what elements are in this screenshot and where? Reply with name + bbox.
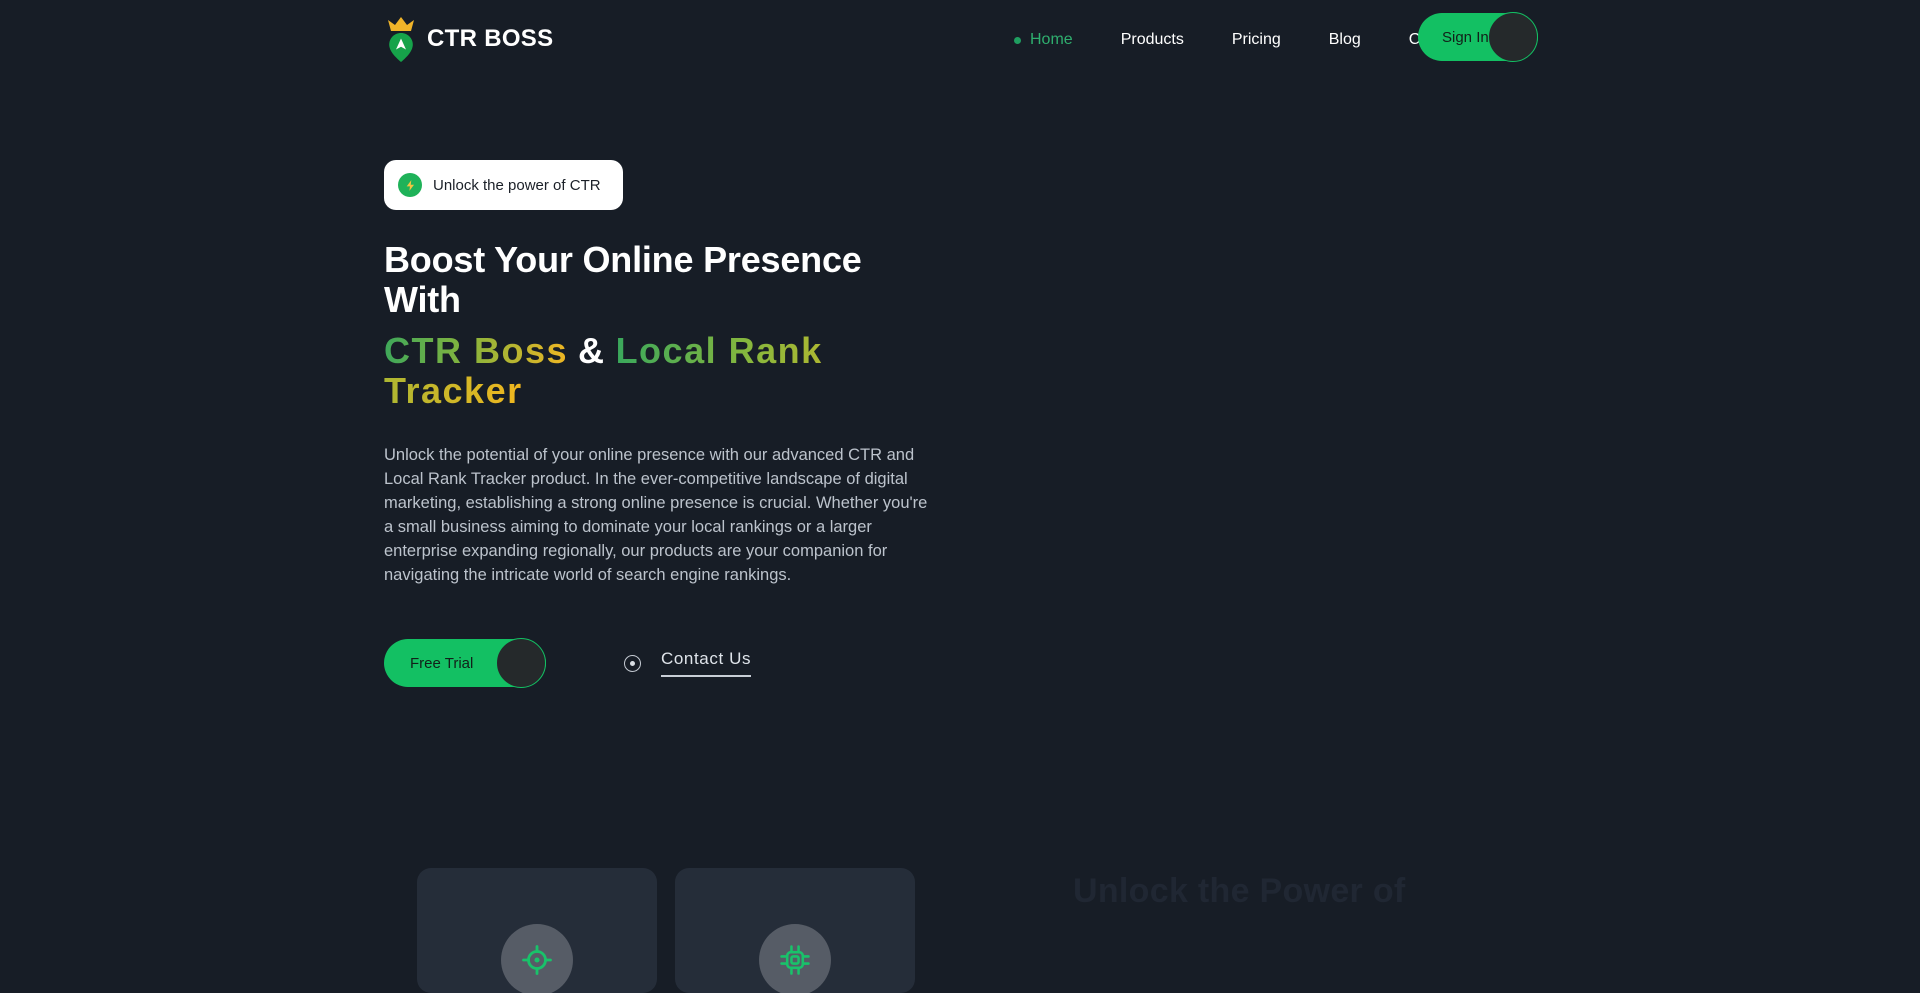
nav-item-label: Products bbox=[1120, 31, 1184, 48]
free-trial-button[interactable]: Free Trial bbox=[384, 638, 546, 689]
headline-ampersand: & bbox=[578, 329, 606, 371]
contact-us-link[interactable]: Contact Us bbox=[624, 650, 752, 677]
hero-cta-row: Free Trial Contact Us bbox=[384, 638, 944, 689]
contact-us-label: Contact Us bbox=[661, 650, 752, 677]
cpu-chip-icon bbox=[759, 924, 831, 993]
nav-item-label: Home bbox=[1030, 31, 1073, 48]
nav-item-products[interactable]: Products bbox=[1097, 31, 1208, 49]
sign-in-label: Sign In bbox=[1442, 28, 1489, 46]
section-ghost-title: Unlock the Power of bbox=[1073, 872, 1406, 910]
nav-item-pricing[interactable]: Pricing bbox=[1208, 31, 1305, 49]
crosshair-target-icon bbox=[501, 924, 573, 993]
page-subtitle: CTR Boss & Local Rank Tracker bbox=[384, 329, 944, 412]
circle-dot-icon bbox=[624, 654, 641, 672]
hero-section: Unlock the power of CTR Boost Your Onlin… bbox=[384, 160, 944, 689]
crown-map-pin-icon bbox=[384, 14, 418, 64]
lightning-bolt-icon bbox=[398, 173, 422, 197]
hero-badge-label: Unlock the power of CTR bbox=[433, 176, 601, 194]
brand-logo[interactable]: CTR BOSS bbox=[384, 14, 553, 64]
feature-card[interactable] bbox=[417, 868, 657, 993]
free-trial-label: Free Trial bbox=[410, 654, 474, 672]
site-header: CTR BOSS Home Products Pricing Blog Cont… bbox=[0, 0, 1920, 80]
nav-item-home[interactable]: Home bbox=[990, 31, 1097, 49]
nav-item-blog[interactable]: Blog bbox=[1305, 31, 1385, 49]
page-title: Boost Your Online Presence With bbox=[384, 239, 862, 321]
brand-name: CTR BOSS bbox=[427, 25, 554, 52]
active-dot-icon bbox=[1014, 36, 1021, 44]
hero-badge[interactable]: Unlock the power of CTR bbox=[384, 160, 623, 210]
nav-item-label: Pricing bbox=[1231, 31, 1281, 48]
button-knob bbox=[1488, 12, 1538, 62]
button-knob bbox=[496, 638, 546, 689]
feature-card[interactable] bbox=[675, 868, 915, 993]
sign-in-button[interactable]: Sign In bbox=[1418, 12, 1538, 62]
headline-ctr-boss: CTR Boss bbox=[384, 329, 569, 371]
nav-item-label: Blog bbox=[1328, 31, 1361, 48]
hero-description: Unlock the potential of your online pres… bbox=[384, 446, 928, 585]
main-navigation: Home Products Pricing Blog Contact bbox=[990, 0, 1488, 80]
